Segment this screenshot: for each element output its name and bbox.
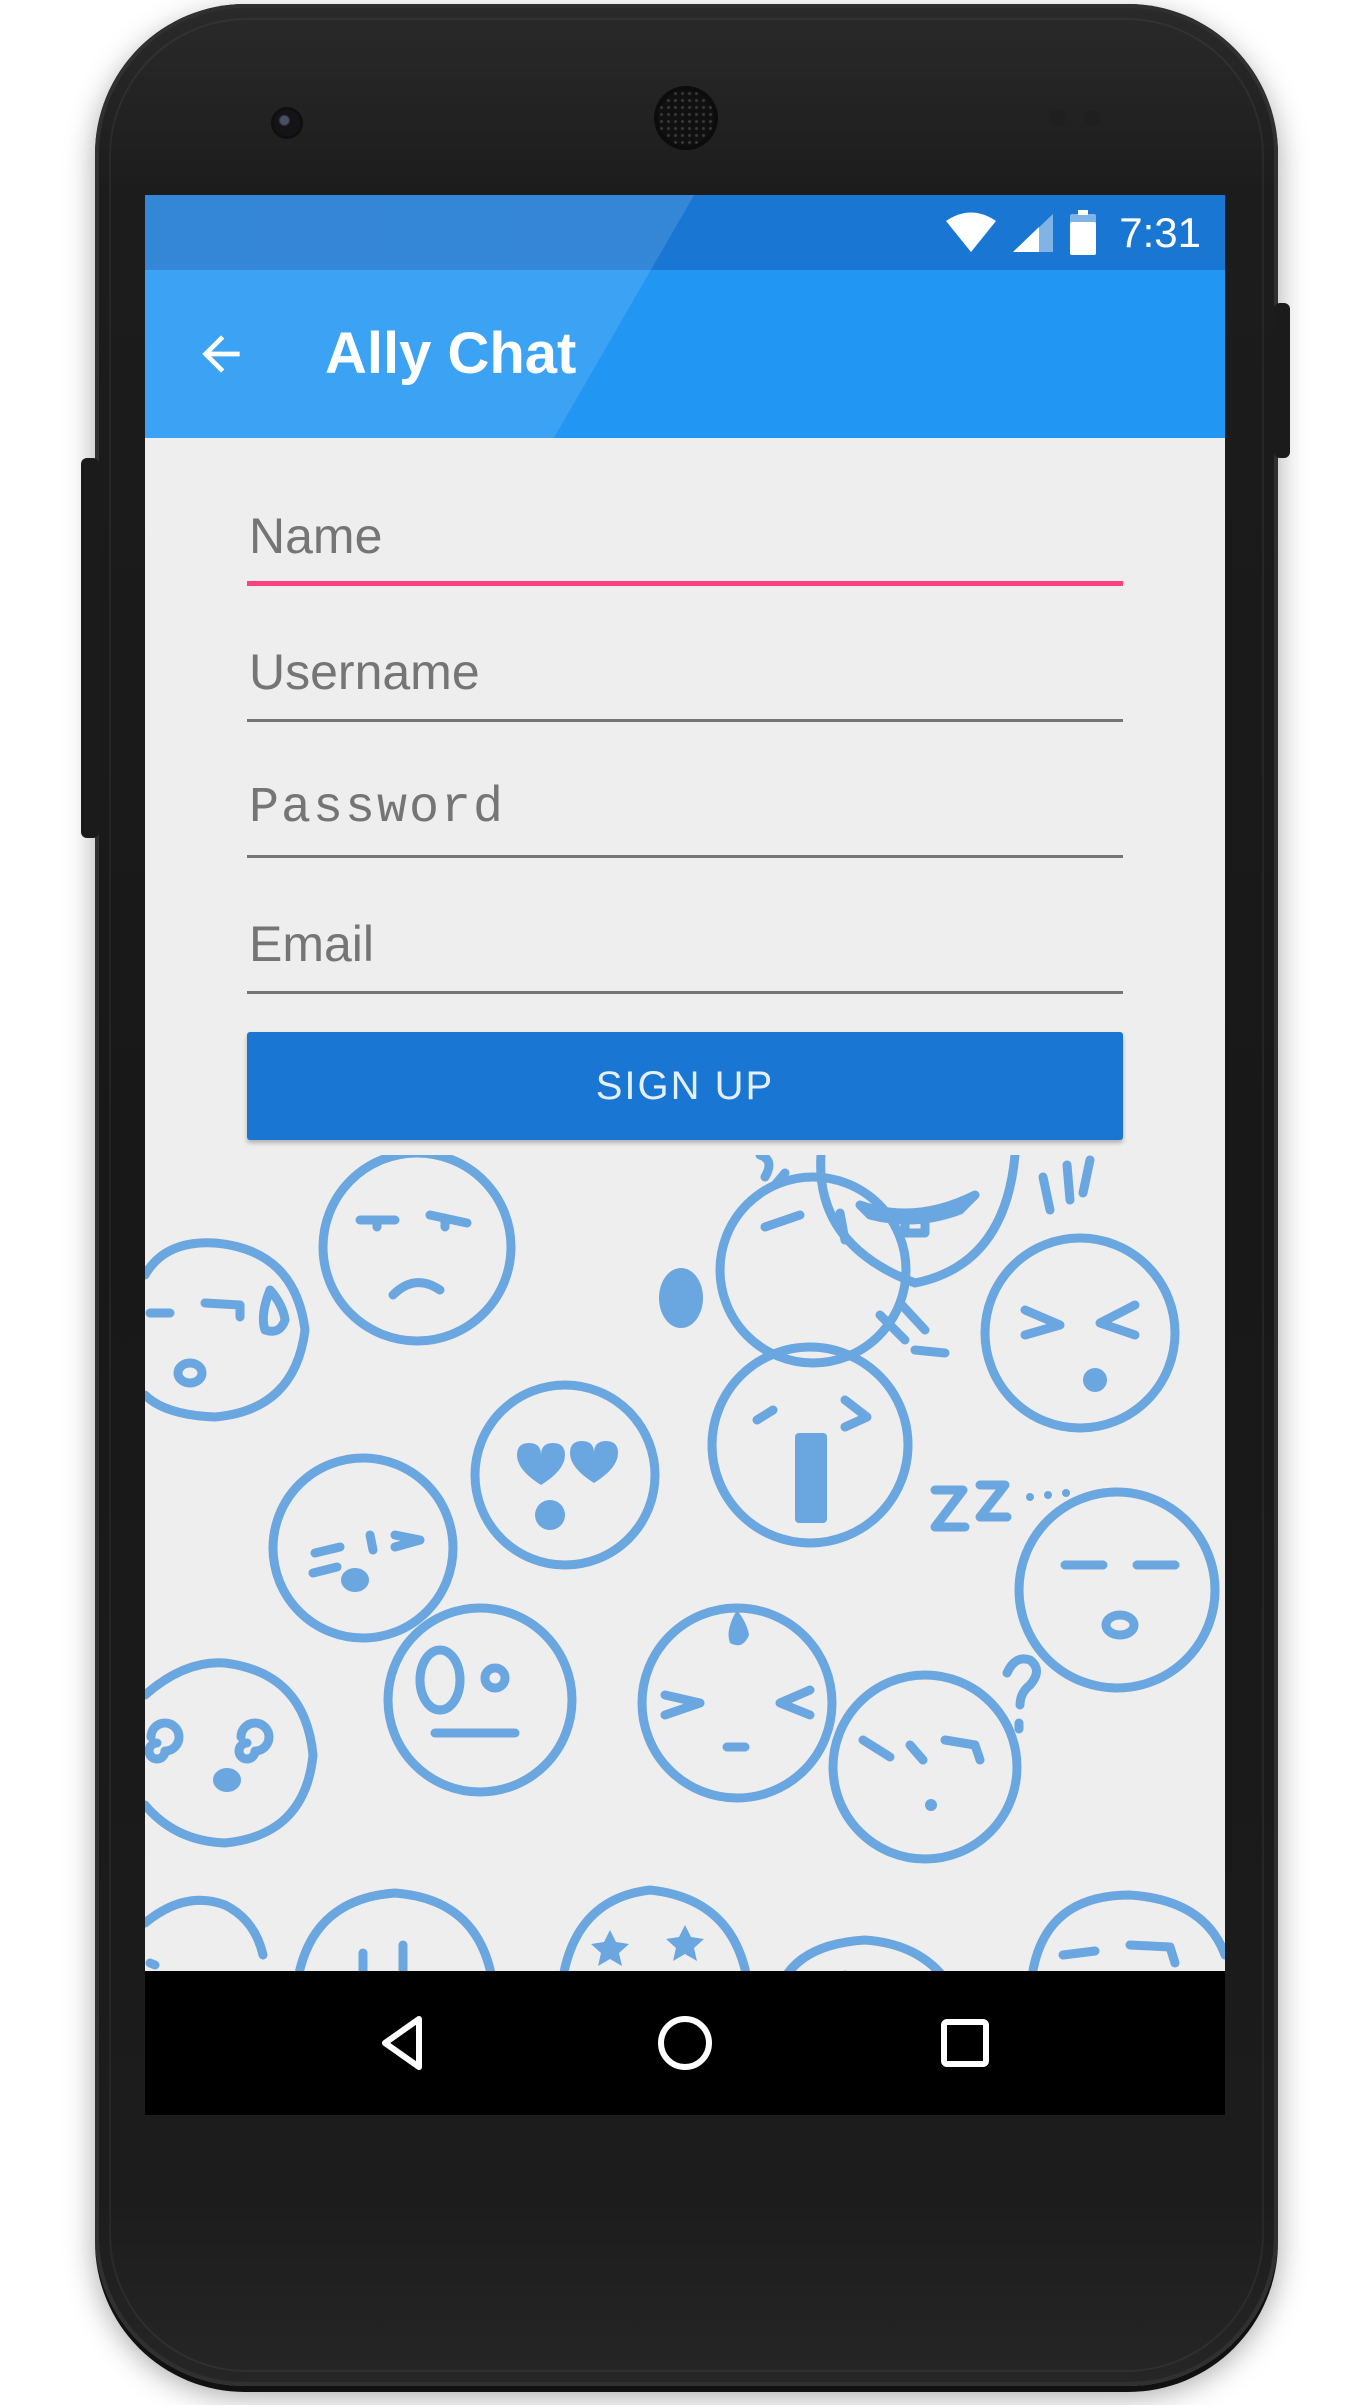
app-title: Ally Chat (325, 321, 577, 386)
name-underline (247, 581, 1123, 586)
password-input[interactable] (247, 758, 1123, 858)
doodle-face-bottom-left (145, 1895, 268, 1970)
back-button[interactable] (185, 318, 257, 390)
password-field (247, 758, 1123, 858)
doodle-face-dizzy (145, 1658, 318, 1848)
recents-square-icon (941, 2019, 989, 2067)
nav-home-button[interactable] (645, 2007, 725, 2079)
password-underline (247, 855, 1123, 858)
name-field (247, 486, 1123, 586)
home-circle-icon (658, 2016, 712, 2070)
volume-button (81, 458, 99, 838)
proximity-sensor (1050, 110, 1066, 126)
battery-icon (1070, 210, 1097, 255)
navigation-bar (145, 1971, 1225, 2115)
username-underline (247, 719, 1123, 722)
doodle-face-wink (268, 1453, 458, 1643)
status-time: 7:31 (1119, 209, 1201, 256)
doodle-face-unamused (318, 1155, 516, 1346)
front-camera (274, 110, 300, 136)
email-input[interactable] (247, 894, 1123, 994)
signal-icon (1013, 214, 1054, 252)
doodle-face-heart-eyes (470, 1380, 660, 1570)
username-input[interactable] (247, 622, 1123, 722)
doodle-face-sweat (145, 1238, 310, 1422)
signup-button[interactable]: SIGN UP (247, 1032, 1123, 1140)
doodle-face-squint (980, 1233, 1180, 1433)
doodle-face-shocked (383, 1603, 577, 1797)
username-field (247, 622, 1123, 722)
wifi-icon (946, 212, 997, 252)
arrow-back-icon (202, 335, 240, 373)
doodle-face-grin (816, 1155, 1020, 1288)
status-icons: 7:31 (945, 209, 1201, 257)
doodle-face-confused (828, 1670, 1022, 1864)
screen: 7:31 Ally Chat SIGN UP (145, 195, 1225, 2115)
email-field (247, 894, 1123, 994)
power-button (1274, 303, 1290, 458)
app-bar: Ally Chat (145, 270, 1225, 438)
light-sensor (1084, 110, 1100, 126)
email-underline (247, 991, 1123, 994)
doodle-face-sleepy (1014, 1487, 1220, 1693)
earpiece-speaker (658, 90, 714, 146)
back-triangle-icon (382, 2016, 422, 2070)
nav-recents-button[interactable] (925, 2007, 1005, 2079)
name-input[interactable] (247, 486, 1123, 586)
nav-back-button[interactable] (365, 2007, 445, 2079)
status-bar: 7:31 (145, 195, 1225, 270)
